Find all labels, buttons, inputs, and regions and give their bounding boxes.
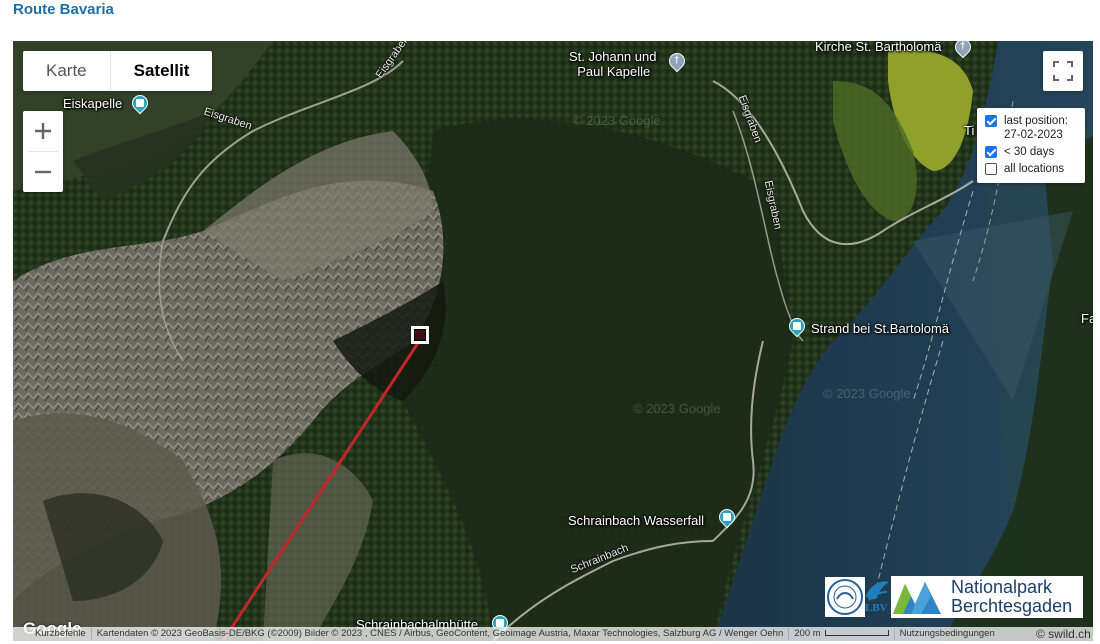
scale-label: 200 m [794, 628, 821, 639]
map-data-attribution: Kartendaten © 2023 GeoBasis-DE/BKG (©200… [92, 628, 790, 640]
nationalpark-line: Berchtesgaden [951, 596, 1073, 616]
site-credit: © swild.ch [1036, 627, 1091, 641]
filter-label-date: 27-02-2023 [1004, 129, 1063, 141]
seal-icon [827, 579, 863, 615]
nationalpark-line: Nationalpark [951, 577, 1053, 597]
keyboard-shortcuts-link[interactable]: Kurzbefehle [13, 628, 92, 640]
nationalpark-text: Nationalpark Berchtesgaden [951, 578, 1072, 616]
filter-label: < 30 days [1004, 146, 1055, 158]
last-position-marker[interactable] [411, 326, 429, 344]
edge-label: Fa [1081, 311, 1093, 326]
plus-icon [35, 123, 51, 139]
satellite-imagery[interactable] [13, 41, 1093, 641]
filter-all-locations[interactable]: all locations [985, 162, 1080, 176]
google-watermark: © 2023 Google [823, 386, 911, 401]
lbv-text: LBV [865, 602, 888, 614]
partner-logo [825, 577, 865, 617]
place-label-kirche[interactable]: Kirche St. Bartholomä [815, 41, 941, 54]
fullscreen-icon [1053, 61, 1073, 81]
nationalpark-logo: Nationalpark Berchtesgaden [891, 576, 1083, 618]
map-type-karte-button[interactable]: Karte [23, 51, 110, 91]
map-container[interactable]: © 2023 Google © 2023 Google © 2023 Googl… [13, 41, 1093, 641]
filter-last-position[interactable]: last position: 27-02-2023 [985, 114, 1080, 142]
place-label-eiskapelle[interactable]: Eiskapelle [63, 96, 122, 111]
minus-icon [35, 170, 51, 174]
filter-30-days[interactable]: < 30 days [985, 145, 1080, 159]
scale-indicator[interactable]: 200 m [789, 628, 895, 640]
checkbox-last-position[interactable] [985, 115, 997, 127]
place-label-wasserfall[interactable]: Schrainbach Wasserfall [568, 513, 704, 528]
zoom-out-button[interactable] [23, 152, 63, 192]
scale-bar [824, 630, 889, 637]
google-watermark: © 2023 Google [573, 113, 661, 128]
filter-label-line: last position: [1004, 115, 1068, 127]
map-type-satellite-button[interactable]: Satellit [109, 51, 213, 91]
filter-label: last position: 27-02-2023 [1004, 114, 1068, 142]
zoom-control [23, 111, 63, 192]
fullscreen-button[interactable] [1043, 51, 1083, 91]
place-label-line: Paul Kapelle [577, 64, 651, 79]
checkbox-30-days[interactable] [985, 146, 997, 158]
attribution-bar: Kurzbefehle Kartendaten © 2023 GeoBasis-… [13, 627, 1093, 641]
page-title: Route Bavaria [13, 1, 114, 18]
zoom-in-button[interactable] [23, 111, 63, 151]
lbv-logo: LBV [863, 576, 891, 620]
map-type-control: Karte Satellit [23, 51, 213, 91]
place-label-strand[interactable]: Strand bei St.Bartolomä [811, 321, 949, 336]
filter-label: all locations [1004, 163, 1065, 175]
checkbox-all-locations[interactable] [985, 163, 997, 175]
edge-label: Ti [964, 123, 975, 138]
terms-link[interactable]: Nutzungsbedingungen [895, 628, 1000, 640]
google-watermark: © 2023 Google [633, 401, 721, 416]
mountain-icon [893, 582, 941, 614]
place-label-st-johann[interactable]: St. Johann und Paul Kapelle [569, 49, 656, 79]
place-label-line: St. Johann und [569, 49, 657, 64]
location-filter-panel: last position: 27-02-2023 < 30 days all … [977, 108, 1085, 183]
